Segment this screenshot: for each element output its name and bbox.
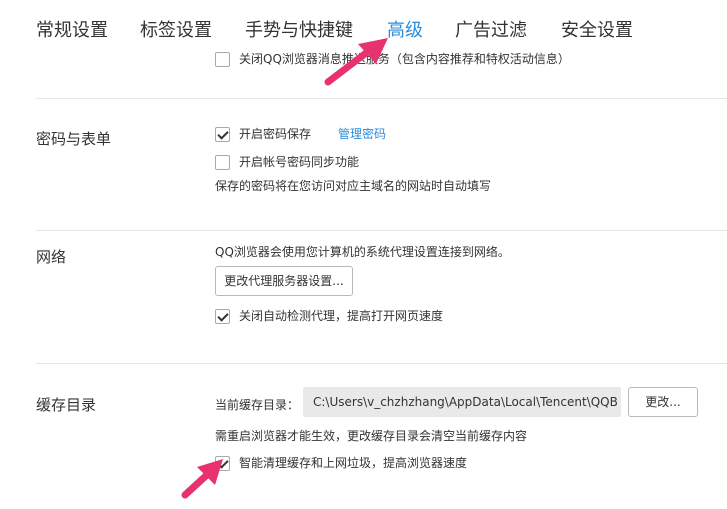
section-title-network: 网络: [36, 248, 67, 266]
cache-note: 需重启浏览器才能生效，更改缓存目录会清空当前缓存内容: [215, 429, 528, 443]
disable-push-checkbox[interactable]: [215, 52, 230, 67]
tab-tabs[interactable]: 标签设置: [140, 16, 212, 42]
divider: [36, 363, 727, 364]
option-save-password: 开启密码保存 管理密码: [215, 127, 515, 143]
network-desc: QQ浏览器会使用您计算机的系统代理设置连接到网络。: [215, 245, 510, 259]
sync-password-label: 开启帐号密码同步功能: [239, 155, 360, 169]
save-password-checkbox[interactable]: [215, 127, 230, 142]
section-title-cache: 缓存目录: [36, 396, 97, 414]
section-title-password: 密码与表单: [36, 130, 112, 148]
cache-path-field: C:\Users\v_chzhzhang\AppData\Local\Tence…: [303, 387, 621, 417]
disable-auto-detect-label: 关闭自动检测代理，提高打开网页速度: [239, 309, 444, 323]
annotation-arrow-icon: [324, 38, 388, 86]
disable-push-label: 关闭QQ浏览器消息推送服务（包含内容推荐和特权活动信息）: [239, 52, 570, 66]
annotation-arrow-icon: [181, 459, 223, 499]
option-sync-password: 开启帐号密码同步功能: [215, 155, 515, 171]
change-cache-button[interactable]: 更改...: [628, 387, 698, 417]
sync-password-checkbox[interactable]: [215, 155, 230, 170]
divider: [36, 230, 727, 231]
proxy-settings-button[interactable]: 更改代理服务器设置...: [215, 266, 353, 296]
option-disable-push: 关闭QQ浏览器消息推送服务（包含内容推荐和特权活动信息）: [215, 52, 715, 68]
option-smart-clean: 智能清理缓存和上网垃圾，提高浏览器速度: [215, 456, 515, 472]
manage-password-link[interactable]: 管理密码: [338, 127, 386, 142]
password-note: 保存的密码将在您访问对应主域名的网站时自动填写: [215, 179, 492, 193]
divider: [36, 98, 727, 99]
tab-general[interactable]: 常规设置: [36, 16, 108, 42]
smart-clean-label: 智能清理缓存和上网垃圾，提高浏览器速度: [239, 456, 468, 470]
tab-ad-filter[interactable]: 广告过滤: [455, 16, 527, 42]
option-disable-auto-detect: 关闭自动检测代理，提高打开网页速度: [215, 309, 515, 325]
save-password-label: 开启密码保存: [239, 127, 312, 141]
tab-security[interactable]: 安全设置: [561, 16, 633, 42]
disable-auto-detect-checkbox[interactable]: [215, 309, 230, 324]
cache-current-label: 当前缓存目录：: [215, 398, 300, 412]
